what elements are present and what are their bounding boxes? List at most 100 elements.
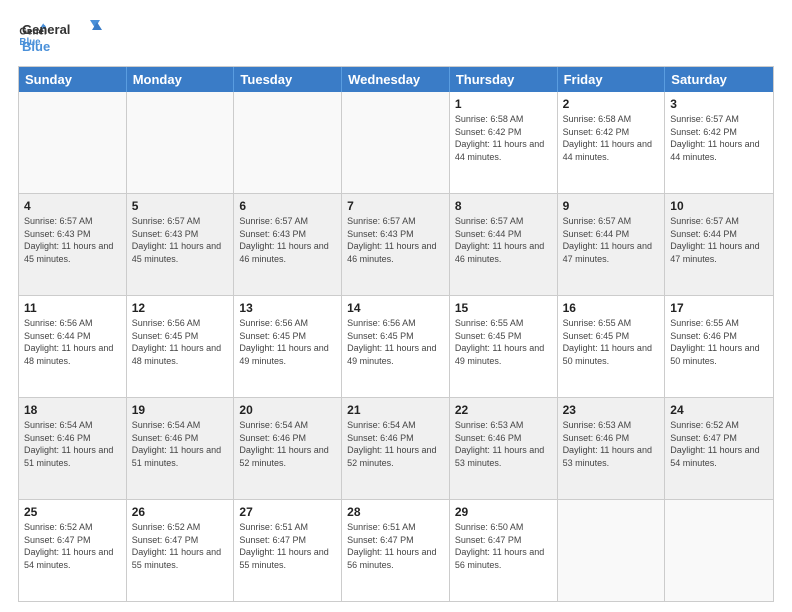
day-info: Sunrise: 6:54 AM Sunset: 6:46 PM Dayligh… (347, 419, 444, 469)
calendar-row: 18Sunrise: 6:54 AM Sunset: 6:46 PM Dayli… (19, 397, 773, 499)
empty-cell (558, 500, 666, 601)
weekday-header-sunday: Sunday (19, 67, 127, 92)
svg-text:Blue: Blue (22, 39, 50, 54)
day-cell-21: 21Sunrise: 6:54 AM Sunset: 6:46 PM Dayli… (342, 398, 450, 499)
day-number: 22 (455, 402, 552, 418)
calendar-row: 4Sunrise: 6:57 AM Sunset: 6:43 PM Daylig… (19, 193, 773, 295)
day-number: 19 (132, 402, 229, 418)
day-info: Sunrise: 6:53 AM Sunset: 6:46 PM Dayligh… (563, 419, 660, 469)
day-cell-15: 15Sunrise: 6:55 AM Sunset: 6:45 PM Dayli… (450, 296, 558, 397)
day-number: 6 (239, 198, 336, 214)
day-info: Sunrise: 6:56 AM Sunset: 6:45 PM Dayligh… (347, 317, 444, 367)
day-number: 18 (24, 402, 121, 418)
day-number: 15 (455, 300, 552, 316)
empty-cell (19, 92, 127, 193)
day-info: Sunrise: 6:57 AM Sunset: 6:43 PM Dayligh… (24, 215, 121, 265)
day-number: 9 (563, 198, 660, 214)
day-info: Sunrise: 6:51 AM Sunset: 6:47 PM Dayligh… (347, 521, 444, 571)
day-cell-5: 5Sunrise: 6:57 AM Sunset: 6:43 PM Daylig… (127, 194, 235, 295)
day-cell-29: 29Sunrise: 6:50 AM Sunset: 6:47 PM Dayli… (450, 500, 558, 601)
day-number: 26 (132, 504, 229, 520)
day-info: Sunrise: 6:53 AM Sunset: 6:46 PM Dayligh… (455, 419, 552, 469)
day-info: Sunrise: 6:57 AM Sunset: 6:42 PM Dayligh… (670, 113, 768, 163)
day-cell-23: 23Sunrise: 6:53 AM Sunset: 6:46 PM Dayli… (558, 398, 666, 499)
svg-text:General: General (22, 22, 70, 37)
day-cell-27: 27Sunrise: 6:51 AM Sunset: 6:47 PM Dayli… (234, 500, 342, 601)
day-cell-22: 22Sunrise: 6:53 AM Sunset: 6:46 PM Dayli… (450, 398, 558, 499)
day-number: 14 (347, 300, 444, 316)
day-cell-28: 28Sunrise: 6:51 AM Sunset: 6:47 PM Dayli… (342, 500, 450, 601)
day-info: Sunrise: 6:57 AM Sunset: 6:44 PM Dayligh… (455, 215, 552, 265)
day-info: Sunrise: 6:57 AM Sunset: 6:43 PM Dayligh… (132, 215, 229, 265)
day-number: 8 (455, 198, 552, 214)
day-info: Sunrise: 6:57 AM Sunset: 6:43 PM Dayligh… (239, 215, 336, 265)
day-number: 2 (563, 96, 660, 112)
day-cell-10: 10Sunrise: 6:57 AM Sunset: 6:44 PM Dayli… (665, 194, 773, 295)
day-number: 24 (670, 402, 768, 418)
day-cell-1: 1Sunrise: 6:58 AM Sunset: 6:42 PM Daylig… (450, 92, 558, 193)
day-cell-4: 4Sunrise: 6:57 AM Sunset: 6:43 PM Daylig… (19, 194, 127, 295)
day-number: 5 (132, 198, 229, 214)
day-cell-3: 3Sunrise: 6:57 AM Sunset: 6:42 PM Daylig… (665, 92, 773, 193)
day-info: Sunrise: 6:58 AM Sunset: 6:42 PM Dayligh… (455, 113, 552, 163)
day-info: Sunrise: 6:57 AM Sunset: 6:44 PM Dayligh… (670, 215, 768, 265)
day-info: Sunrise: 6:55 AM Sunset: 6:45 PM Dayligh… (563, 317, 660, 367)
day-info: Sunrise: 6:52 AM Sunset: 6:47 PM Dayligh… (670, 419, 768, 469)
day-info: Sunrise: 6:55 AM Sunset: 6:45 PM Dayligh… (455, 317, 552, 367)
day-cell-11: 11Sunrise: 6:56 AM Sunset: 6:44 PM Dayli… (19, 296, 127, 397)
empty-cell (234, 92, 342, 193)
day-cell-14: 14Sunrise: 6:56 AM Sunset: 6:45 PM Dayli… (342, 296, 450, 397)
day-cell-17: 17Sunrise: 6:55 AM Sunset: 6:46 PM Dayli… (665, 296, 773, 397)
empty-cell (342, 92, 450, 193)
day-info: Sunrise: 6:56 AM Sunset: 6:45 PM Dayligh… (239, 317, 336, 367)
day-info: Sunrise: 6:52 AM Sunset: 6:47 PM Dayligh… (24, 521, 121, 571)
day-info: Sunrise: 6:56 AM Sunset: 6:45 PM Dayligh… (132, 317, 229, 367)
day-info: Sunrise: 6:54 AM Sunset: 6:46 PM Dayligh… (132, 419, 229, 469)
day-number: 13 (239, 300, 336, 316)
day-cell-6: 6Sunrise: 6:57 AM Sunset: 6:43 PM Daylig… (234, 194, 342, 295)
day-number: 23 (563, 402, 660, 418)
day-number: 25 (24, 504, 121, 520)
day-cell-24: 24Sunrise: 6:52 AM Sunset: 6:47 PM Dayli… (665, 398, 773, 499)
day-cell-9: 9Sunrise: 6:57 AM Sunset: 6:44 PM Daylig… (558, 194, 666, 295)
weekday-header-thursday: Thursday (450, 67, 558, 92)
logo: General Blue General Blue (18, 16, 102, 56)
day-info: Sunrise: 6:55 AM Sunset: 6:46 PM Dayligh… (670, 317, 768, 367)
day-info: Sunrise: 6:50 AM Sunset: 6:47 PM Dayligh… (455, 521, 552, 571)
weekday-header-monday: Monday (127, 67, 235, 92)
day-cell-7: 7Sunrise: 6:57 AM Sunset: 6:43 PM Daylig… (342, 194, 450, 295)
calendar-body: 1Sunrise: 6:58 AM Sunset: 6:42 PM Daylig… (19, 92, 773, 601)
day-number: 28 (347, 504, 444, 520)
logo-svg: General Blue (22, 18, 102, 56)
empty-cell (127, 92, 235, 193)
day-info: Sunrise: 6:52 AM Sunset: 6:47 PM Dayligh… (132, 521, 229, 571)
calendar-row: 11Sunrise: 6:56 AM Sunset: 6:44 PM Dayli… (19, 295, 773, 397)
day-cell-2: 2Sunrise: 6:58 AM Sunset: 6:42 PM Daylig… (558, 92, 666, 193)
day-number: 20 (239, 402, 336, 418)
weekday-header-wednesday: Wednesday (342, 67, 450, 92)
weekday-header-saturday: Saturday (665, 67, 773, 92)
day-cell-20: 20Sunrise: 6:54 AM Sunset: 6:46 PM Dayli… (234, 398, 342, 499)
day-number: 11 (24, 300, 121, 316)
day-cell-26: 26Sunrise: 6:52 AM Sunset: 6:47 PM Dayli… (127, 500, 235, 601)
day-number: 12 (132, 300, 229, 316)
calendar: SundayMondayTuesdayWednesdayThursdayFrid… (18, 66, 774, 602)
day-number: 4 (24, 198, 121, 214)
day-info: Sunrise: 6:58 AM Sunset: 6:42 PM Dayligh… (563, 113, 660, 163)
calendar-row: 25Sunrise: 6:52 AM Sunset: 6:47 PM Dayli… (19, 499, 773, 601)
day-info: Sunrise: 6:51 AM Sunset: 6:47 PM Dayligh… (239, 521, 336, 571)
day-number: 3 (670, 96, 768, 112)
day-number: 27 (239, 504, 336, 520)
day-cell-8: 8Sunrise: 6:57 AM Sunset: 6:44 PM Daylig… (450, 194, 558, 295)
day-number: 10 (670, 198, 768, 214)
empty-cell (665, 500, 773, 601)
day-info: Sunrise: 6:54 AM Sunset: 6:46 PM Dayligh… (239, 419, 336, 469)
day-number: 21 (347, 402, 444, 418)
calendar-header: SundayMondayTuesdayWednesdayThursdayFrid… (19, 67, 773, 92)
day-info: Sunrise: 6:54 AM Sunset: 6:46 PM Dayligh… (24, 419, 121, 469)
day-cell-13: 13Sunrise: 6:56 AM Sunset: 6:45 PM Dayli… (234, 296, 342, 397)
day-info: Sunrise: 6:57 AM Sunset: 6:44 PM Dayligh… (563, 215, 660, 265)
page: General Blue General Blue SundayMondayTu… (0, 0, 792, 612)
day-number: 16 (563, 300, 660, 316)
day-number: 17 (670, 300, 768, 316)
